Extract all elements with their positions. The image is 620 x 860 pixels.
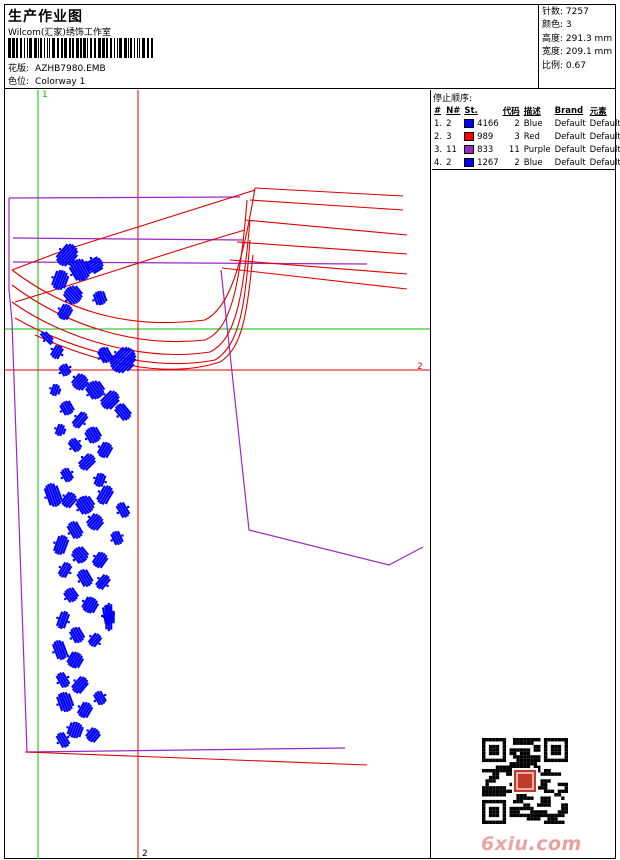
stop-color-swatch: 989 bbox=[462, 130, 500, 143]
stop-code: 2 bbox=[514, 118, 520, 129]
production-sheet: 生产作业图 Wilcom(汇家)绣饰工作室 花版: AZHB7980.EMB 色位… bbox=[4, 4, 620, 859]
stop-index: 1. bbox=[434, 118, 443, 129]
design-file-label: 花版: bbox=[8, 64, 30, 74]
stop-row: 1. 2 4166 2 Blue Default Default bbox=[432, 117, 620, 130]
stop-needle: 11 bbox=[446, 144, 457, 155]
stop-brand: Default bbox=[554, 157, 586, 168]
stop-needle: 2 bbox=[446, 157, 452, 168]
stop-color-swatch: 833 bbox=[462, 143, 500, 156]
design-file-value: AZHB7980.EMB bbox=[35, 64, 106, 74]
stop-desc: Blue bbox=[523, 157, 543, 168]
stat-height: 高度: 291.3 mm bbox=[542, 33, 613, 44]
stop-index: 3. bbox=[434, 144, 443, 155]
guide-label-red-bottom: 2 bbox=[142, 849, 148, 859]
stop-needle: Default bbox=[589, 131, 620, 142]
stop-brand: Default bbox=[554, 131, 586, 142]
guide-label-green: 1 bbox=[42, 90, 48, 100]
stop-sequence-panel: 停止顺序: # N# St. 代码 描述 Brand 元素 1. 2 4166 2 B… bbox=[432, 90, 620, 170]
stop-needle: Default bbox=[589, 157, 620, 168]
colorway-value: Colorway 1 bbox=[35, 77, 86, 87]
logo-main: 6xiu bbox=[481, 833, 529, 855]
sheet-title: 生产作业图 bbox=[8, 9, 83, 25]
stat-stitches: 针数: 7257 bbox=[542, 7, 589, 17]
stop-brand: Default bbox=[554, 118, 586, 129]
colorway-row: 色位: Colorway 1 bbox=[8, 74, 85, 87]
stop-desc: Red bbox=[523, 131, 540, 142]
color-swatch-icon bbox=[464, 131, 475, 141]
stop-desc: Blue bbox=[523, 118, 543, 129]
sheet-header: 生产作业图 Wilcom(汇家)绣饰工作室 花版: AZHB7980.EMB 色位… bbox=[5, 5, 615, 89]
stop-index: 2. bbox=[434, 131, 443, 142]
stop-color-swatch: 1267 bbox=[462, 156, 500, 169]
stop-brand: Default bbox=[554, 144, 586, 155]
embroidery-drawing bbox=[5, 90, 430, 859]
guide-label-red-right: 2 bbox=[417, 362, 423, 372]
stop-table-header: # N# St. 代码 描述 Brand 元素 bbox=[434, 106, 607, 117]
stop-needle: 3 bbox=[446, 131, 452, 142]
stat-colors: 颜色: 3 bbox=[542, 20, 572, 31]
design-preview[interactable]: 1 2 2 bbox=[5, 90, 431, 859]
stat-scale: 比例: 0.67 bbox=[542, 60, 586, 71]
qr-code-icon[interactable] bbox=[482, 738, 568, 824]
colorway-label: 色位: bbox=[8, 77, 30, 87]
barcode-icon bbox=[8, 38, 153, 58]
company-name: Wilcom(汇家)绣饰工作室 bbox=[8, 28, 111, 38]
stop-index: 4. bbox=[434, 157, 443, 168]
stop-needle: Default bbox=[589, 144, 620, 155]
stop-stitches: 4166 bbox=[474, 118, 499, 129]
site-logo: 6xiu.com bbox=[481, 833, 582, 855]
stop-sequence-title: 停止顺序: bbox=[433, 94, 473, 104]
stop-code: 3 bbox=[514, 131, 520, 142]
stop-row: 3. 11 833 11 Purple Default Default bbox=[432, 143, 620, 156]
stop-code: 2 bbox=[514, 157, 520, 168]
color-swatch-icon bbox=[464, 118, 475, 128]
stop-needle: 2 bbox=[446, 118, 452, 129]
stop-color-swatch: 4166 bbox=[462, 117, 500, 130]
stop-stitches: 833 bbox=[474, 144, 494, 155]
stop-stitches: 989 bbox=[474, 131, 494, 142]
stop-code: 11 bbox=[508, 144, 520, 155]
stop-row: 4. 2 1267 2 Blue Default Default bbox=[432, 156, 620, 169]
stop-needle: Default bbox=[589, 118, 620, 129]
stats-panel: 针数: 7257 颜色: 3 高度: 291.3 mm 宽度: 209.1 mm… bbox=[538, 5, 615, 89]
color-swatch-icon bbox=[464, 144, 475, 154]
stop-stitches: 1267 bbox=[474, 157, 499, 168]
blue-embroidery bbox=[39, 243, 137, 749]
stop-desc: Purple bbox=[523, 144, 551, 155]
stat-width: 宽度: 209.1 mm bbox=[542, 47, 613, 58]
logo-tld: .com bbox=[528, 833, 582, 855]
stop-sequence-table: # N# St. 代码 描述 Brand 元素 1. 2 4166 2 Blue Def… bbox=[432, 105, 620, 169]
design-file-row: 花版: AZHB7980.EMB bbox=[8, 61, 106, 74]
stop-row: 2. 3 989 3 Red Default Default bbox=[432, 130, 620, 143]
color-swatch-icon bbox=[464, 157, 475, 167]
